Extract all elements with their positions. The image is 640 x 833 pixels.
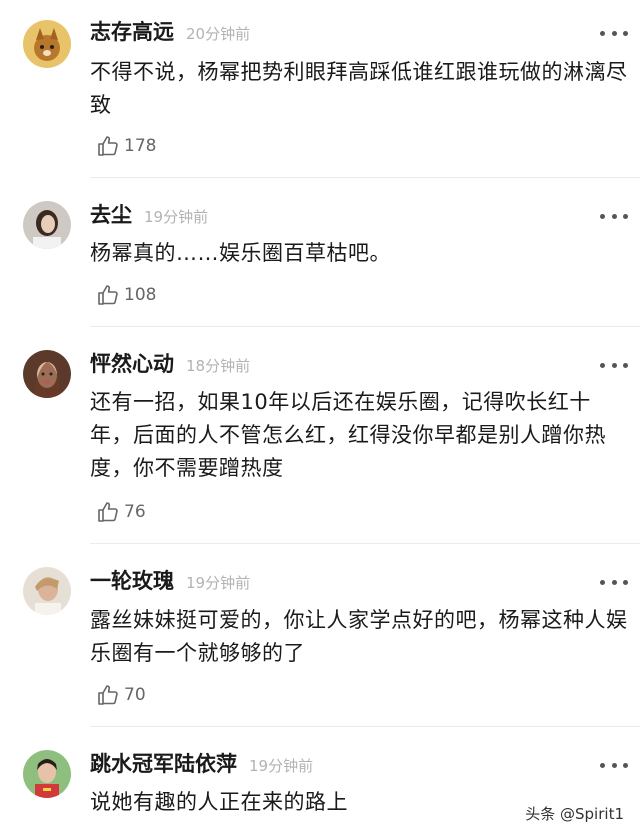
username-text[interactable]: 志存高远: [90, 20, 174, 44]
like-button[interactable]: 76: [96, 499, 146, 525]
avatar[interactable]: [23, 350, 71, 398]
like-button[interactable]: 108: [96, 282, 156, 308]
comment-text: 杨幂真的……娱乐圈百草枯吧。: [90, 241, 391, 265]
username[interactable]: 去尘 19分钟前: [90, 201, 208, 231]
divider: [90, 726, 640, 727]
thumbs-up-icon: [98, 502, 118, 522]
timestamp: 20分钟前: [186, 25, 251, 43]
avatar[interactable]: [23, 750, 71, 798]
divider: [90, 326, 640, 327]
more-dots-icon[interactable]: [600, 28, 628, 38]
timestamp: 18分钟前: [186, 357, 251, 375]
username-text[interactable]: 怦然心动: [90, 352, 174, 376]
avatar[interactable]: [23, 567, 71, 615]
timestamp: 19分钟前: [186, 574, 251, 592]
username[interactable]: 一轮玫瑰 19分钟前: [90, 567, 250, 597]
like-count: 76: [124, 502, 146, 522]
more-dots-icon[interactable]: [600, 360, 628, 370]
username[interactable]: 怦然心动 18分钟前: [90, 350, 250, 380]
like-count: 178: [124, 136, 157, 156]
like-count: 70: [124, 685, 146, 705]
like-count: 108: [124, 285, 157, 305]
username[interactable]: 志存高远 20分钟前: [90, 18, 250, 48]
avatar[interactable]: [23, 201, 71, 249]
more-dots-icon[interactable]: [600, 760, 628, 770]
comment-text: 露丝妹妹挺可爱的，你让人家学点好的吧，杨幂这种人娱乐圈有一个就够够的了: [90, 608, 628, 665]
divider: [90, 177, 640, 178]
username-text[interactable]: 一轮玫瑰: [90, 569, 174, 593]
divider: [90, 543, 640, 544]
thumbs-up-icon: [98, 685, 118, 705]
timestamp: 19分钟前: [249, 757, 314, 775]
watermark: 头条 @Spirit1: [521, 802, 628, 825]
avatar[interactable]: [23, 20, 71, 68]
thumbs-up-icon: [98, 136, 118, 156]
username-text[interactable]: 跳水冠军陆依萍: [90, 752, 237, 776]
username[interactable]: 跳水冠军陆依萍 19分钟前: [90, 750, 313, 780]
timestamp: 19分钟前: [144, 208, 209, 226]
comment-text: 不得不说，杨幂把势利眼拜高踩低谁红跟谁玩做的淋漓尽致: [90, 60, 628, 117]
thumbs-up-icon: [98, 285, 118, 305]
more-dots-icon[interactable]: [600, 211, 628, 221]
like-button[interactable]: 178: [96, 133, 156, 159]
comment-text: 还有一招，如果10年以后还在娱乐圈，记得吹长红十年，后面的人不管怎么红，红得没你…: [90, 390, 606, 480]
username-text[interactable]: 去尘: [90, 203, 132, 227]
more-dots-icon[interactable]: [600, 577, 628, 587]
like-button[interactable]: 70: [96, 682, 146, 708]
